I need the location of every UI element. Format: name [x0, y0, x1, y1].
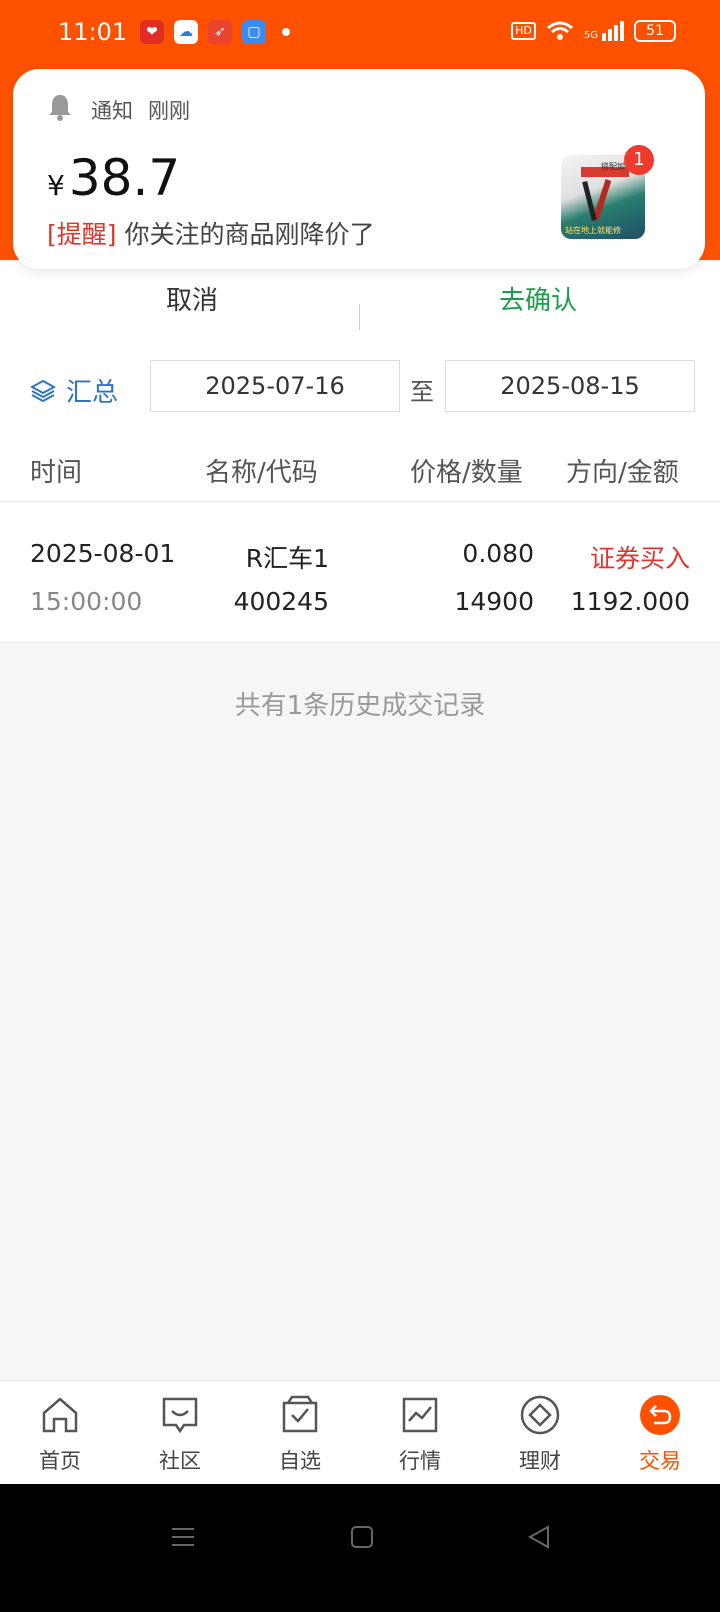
notification-tag: [提醒]: [47, 220, 117, 249]
home-square-icon[interactable]: [350, 1524, 374, 1550]
nav-trade[interactable]: 交易: [600, 1393, 720, 1475]
trade-amount: 1192.000: [570, 587, 690, 616]
paper-plane-app-icon: ➶: [208, 20, 232, 44]
header-time: 时间: [30, 458, 83, 488]
notification-badge: 1: [624, 145, 654, 175]
nav-wealth[interactable]: 理财: [480, 1393, 600, 1475]
system-navigation-bar: [0, 1484, 720, 1612]
exchange-icon: [640, 1395, 680, 1435]
date-range-separator: 至: [410, 378, 434, 406]
layers-icon: [30, 379, 56, 402]
nav-community[interactable]: 社区: [120, 1393, 240, 1475]
signal-icon: 5G: [584, 21, 624, 41]
header-name-code: 名称/代码: [205, 458, 318, 488]
nav-trade-label: 交易: [639, 1449, 681, 1473]
bottom-navigation: 首页 社区 自选 行情 理财 交易: [0, 1380, 720, 1484]
go-confirm-button[interactable]: 去确认: [358, 280, 718, 317]
baidu-netdisk-icon: ☁: [174, 20, 198, 44]
status-time: 11:01: [58, 18, 128, 46]
diamond-icon: [520, 1395, 560, 1435]
status-bar: 11:01 ❤ ☁ ➶ ▢ HD 5G 51: [0, 0, 720, 70]
nav-home-label: 首页: [39, 1449, 81, 1473]
menu-icon[interactable]: [170, 1524, 196, 1550]
messages-app-icon: ▢: [242, 20, 266, 44]
table-row[interactable]: 2025-08-01 15:00:00 R汇车1 400245 0.080 14…: [0, 503, 720, 643]
notification-text: 你关注的商品刚降价了: [124, 220, 375, 249]
nav-community-label: 社区: [159, 1449, 201, 1473]
price-drop-notification[interactable]: 通知 刚刚 ¥38.7 [提醒] 你关注的商品刚降价了 搭配加长杆 站在地上就能…: [13, 69, 705, 269]
nav-wealth-label: 理财: [519, 1449, 561, 1473]
wifi-icon: [546, 21, 573, 40]
table-header: 时间 名称/代码 价格/数量 方向/金额: [0, 430, 720, 502]
trade-direction: 证券买入: [589, 544, 690, 573]
price-value: 38.7: [68, 149, 181, 207]
summary-button[interactable]: 汇总: [30, 372, 118, 409]
checked-bag-icon: [282, 1395, 318, 1433]
nav-watchlist-label: 自选: [279, 1449, 321, 1473]
bell-icon: [49, 95, 71, 121]
nav-watchlist[interactable]: 自选: [240, 1393, 360, 1475]
date-filter-bar: 汇总 2025-07-16 至 2025-08-15: [0, 330, 720, 430]
nav-home[interactable]: 首页: [0, 1393, 120, 1475]
end-date-field[interactable]: 2025-08-15: [445, 360, 695, 412]
tab-divider: [359, 304, 360, 332]
battery-icon: 51: [634, 20, 676, 42]
nav-market-label: 行情: [399, 1449, 441, 1473]
trade-date: 2025-08-01: [30, 539, 176, 568]
pinduoduo-icon: ❤: [140, 20, 164, 44]
security-code: 400245: [233, 587, 329, 616]
back-icon[interactable]: [526, 1524, 552, 1550]
trade-time: 15:00:00: [30, 587, 143, 616]
network-type: 5G: [583, 30, 598, 41]
notification-time: 刚刚: [148, 99, 190, 123]
status-indicators: HD 5G 51: [511, 20, 676, 42]
cancel-button[interactable]: 取消: [12, 280, 372, 317]
history-count-note: 共有1条历史成交记录: [234, 691, 486, 721]
notification-source: 通知: [91, 99, 133, 123]
thumbnail-text-bottom: 站在地上就能修: [565, 226, 621, 235]
home-icon: [42, 1397, 78, 1433]
confirm-bar: 取消 去确认: [0, 262, 720, 330]
chart-icon: [402, 1397, 438, 1433]
start-date-field[interactable]: 2025-07-16: [150, 360, 400, 412]
trade-quantity: 14900: [454, 587, 534, 616]
currency-symbol: ¥: [47, 169, 65, 202]
summary-label: 汇总: [66, 378, 119, 408]
more-notifications-dot: [282, 28, 290, 36]
status-app-icons: ❤ ☁ ➶ ▢: [140, 20, 290, 44]
header-price-quantity: 价格/数量: [410, 458, 523, 488]
trade-price: 0.080: [462, 539, 534, 568]
chat-icon: [162, 1397, 198, 1434]
nav-market[interactable]: 行情: [360, 1393, 480, 1475]
notification-price: ¥38.7: [47, 149, 180, 207]
notification-message: [提醒] 你关注的商品刚降价了: [47, 215, 374, 251]
hd-icon: HD: [511, 22, 536, 40]
header-direction-amount: 方向/金额: [566, 458, 679, 488]
security-name: R汇车1: [245, 544, 329, 573]
